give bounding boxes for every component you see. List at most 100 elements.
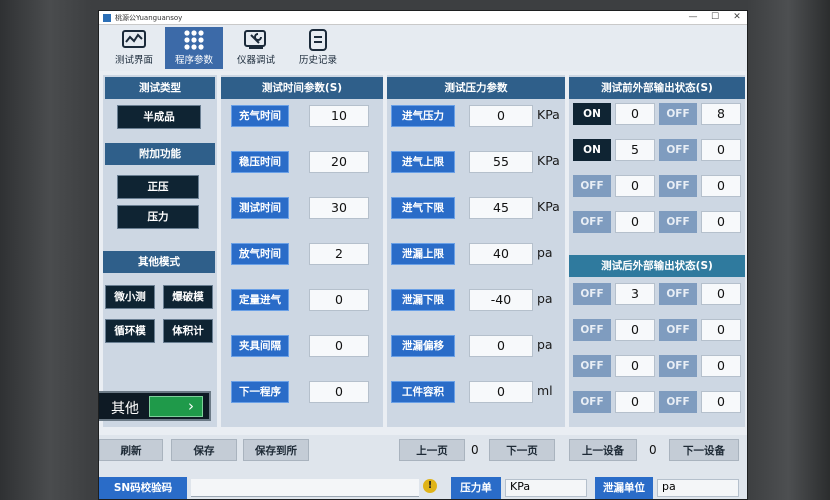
time-param-input[interactable]: 0 [309, 381, 369, 403]
leak-unit-label: 泄漏单位 [595, 477, 653, 499]
output-time-input[interactable]: 0 [701, 139, 741, 161]
sn-input[interactable] [191, 479, 419, 497]
output-toggle[interactable]: OFF [659, 283, 697, 305]
output-toggle[interactable]: OFF [573, 319, 611, 341]
close-button[interactable]: ✕ [727, 11, 747, 24]
volume-meter-button[interactable]: 体积计 [163, 319, 213, 343]
pressure-param-label: 泄漏偏移 [391, 335, 455, 357]
output-time-input[interactable]: 0 [615, 391, 655, 413]
hmi-screen: 桃源公Yuanguansoy — ☐ ✕ 测试界面 程序参数 仪器调试 历史记录… [98, 10, 748, 500]
output-toggle[interactable]: OFF [659, 391, 697, 413]
leak-unit-select[interactable]: pa [657, 479, 739, 497]
output-time-input[interactable]: 8 [701, 103, 741, 125]
burst-mode-button[interactable]: 爆破模 [163, 285, 213, 309]
output-time-input[interactable]: 0 [701, 283, 741, 305]
time-param-input[interactable]: 0 [309, 335, 369, 357]
save-button[interactable]: 保存 [171, 439, 237, 461]
time-param-input[interactable]: 10 [309, 105, 369, 127]
output-time-input[interactable]: 0 [615, 175, 655, 197]
output-toggle[interactable]: OFF [659, 139, 697, 161]
output-toggle[interactable]: OFF [659, 103, 697, 125]
output-toggle[interactable]: OFF [573, 283, 611, 305]
output-toggle[interactable]: OFF [659, 319, 697, 341]
next-page-button[interactable]: 下一页 [489, 439, 555, 461]
output-time-input[interactable]: 0 [701, 355, 741, 377]
tab-history-label: 历史记录 [298, 55, 337, 66]
output-time-input[interactable]: 0 [701, 175, 741, 197]
pressure-param-label: 进气下限 [391, 197, 455, 219]
pre-output-header: 测试前外部输出状态(S) [569, 77, 745, 99]
pressure-unit-select[interactable]: KPa [505, 479, 587, 497]
output-toggle[interactable]: OFF [573, 211, 611, 233]
time-param-label: 测试时间 [231, 197, 289, 219]
post-output-header: 测试后外部输出状态(S) [569, 255, 745, 277]
prev-device-button[interactable]: 上一设备 [569, 439, 637, 461]
output-toggle[interactable]: OFF [573, 391, 611, 413]
minimize-button[interactable]: — [683, 11, 703, 24]
output-time-input[interactable]: 0 [701, 211, 741, 233]
maximize-button[interactable]: ☐ [705, 11, 725, 24]
prev-page-button[interactable]: 上一页 [399, 439, 465, 461]
pressure-param-input[interactable]: 0 [469, 381, 533, 403]
micro-test-button[interactable]: 微小测 [105, 285, 155, 309]
output-time-input[interactable]: 0 [615, 319, 655, 341]
window-titlebar: 桃源公Yuanguansoy — ☐ ✕ [99, 11, 747, 25]
output-toggle[interactable]: OFF [659, 355, 697, 377]
next-device-button[interactable]: 下一设备 [669, 439, 739, 461]
output-time-input[interactable]: 3 [615, 283, 655, 305]
tab-instrument-debug[interactable]: 仪器调试 [227, 27, 285, 69]
pressure-param-input[interactable]: 45 [469, 197, 533, 219]
pressure-unit-text: pa [537, 245, 553, 260]
other-switch[interactable]: 其他 › [99, 391, 211, 421]
pressure-param-input[interactable]: 55 [469, 151, 533, 173]
output-toggle[interactable]: OFF [659, 211, 697, 233]
output-toggle[interactable]: OFF [573, 355, 611, 377]
chevron-right-icon: › [149, 396, 203, 417]
aux-function-header: 附加功能 [105, 143, 215, 165]
positive-pressure-button[interactable]: 正压 [117, 175, 199, 199]
grid-dots-icon [184, 30, 204, 50]
time-param-input[interactable]: 2 [309, 243, 369, 265]
tab-test-screen[interactable]: 测试界面 [105, 27, 163, 69]
time-param-input[interactable]: 30 [309, 197, 369, 219]
other-mode-header: 其他模式 [103, 251, 215, 273]
time-param-label: 放气时间 [231, 243, 289, 265]
output-time-input[interactable]: 0 [701, 319, 741, 341]
pressure-unit-text: pa [537, 337, 553, 352]
sn-check-label: SN码校验码 [99, 477, 187, 499]
test-type-button[interactable]: 半成品 [117, 105, 201, 129]
time-param-input[interactable]: 0 [309, 289, 369, 311]
save-to-button[interactable]: 保存到所 [243, 439, 309, 461]
pressure-param-label: 泄漏下限 [391, 289, 455, 311]
output-toggle[interactable]: OFF [659, 175, 697, 197]
pressure-param-input[interactable]: 40 [469, 243, 533, 265]
pressure-param-label: 泄漏上限 [391, 243, 455, 265]
pressure-param-input[interactable]: -40 [469, 289, 533, 311]
cycle-mode-button[interactable]: 循环模 [105, 319, 155, 343]
pressure-params-header: 测试压力参数 [387, 77, 565, 99]
output-time-input[interactable]: 0 [701, 391, 741, 413]
output-toggle[interactable]: ON [573, 103, 611, 125]
pressure-param-input[interactable]: 0 [469, 335, 533, 357]
wrench-screen-icon [244, 30, 266, 49]
output-time-input[interactable]: 0 [615, 103, 655, 125]
output-time-input[interactable]: 0 [615, 211, 655, 233]
tab-history[interactable]: 历史记录 [289, 27, 347, 69]
pressure-param-input[interactable]: 0 [469, 105, 533, 127]
app-icon [103, 14, 111, 22]
output-time-input[interactable]: 5 [615, 139, 655, 161]
time-params-header: 测试时间参数(S) [221, 77, 383, 99]
pressure-button[interactable]: 压力 [117, 205, 199, 229]
output-time-input[interactable]: 0 [615, 355, 655, 377]
test-type-header: 测试类型 [105, 77, 215, 99]
tab-program-params[interactable]: 程序参数 [165, 27, 223, 69]
pressure-unit-text: KPa [537, 199, 560, 214]
pressure-param-label: 工件容积 [391, 381, 455, 403]
time-param-input[interactable]: 20 [309, 151, 369, 173]
bottom-bar: 刷新 保存 保存到所 上一页 0 下一页 上一设备 0 下一设备 SN码校验码 … [99, 435, 747, 499]
refresh-button[interactable]: 刷新 [99, 439, 163, 461]
output-toggle[interactable]: ON [573, 139, 611, 161]
time-param-label: 充气时间 [231, 105, 289, 127]
document-list-icon [309, 29, 327, 51]
output-toggle[interactable]: OFF [573, 175, 611, 197]
